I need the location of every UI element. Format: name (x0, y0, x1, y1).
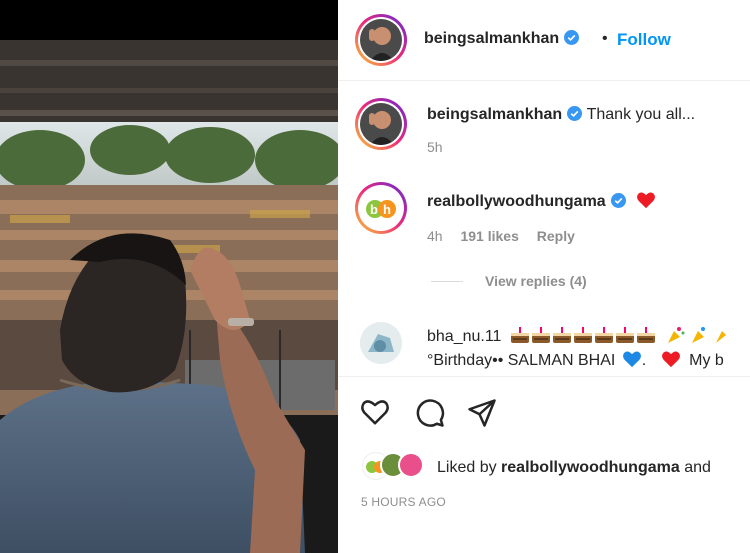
comment-username[interactable]: realbollywoodhungama (427, 193, 606, 210)
post-header: beingsalmankhan • Follow (338, 0, 750, 81)
view-replies-button[interactable]: View replies (4) (485, 273, 587, 289)
party-popper-icon (668, 327, 727, 343)
comment-username[interactable]: bha_nu.11 (427, 328, 501, 345)
verified-icon (564, 30, 580, 45)
comment-time[interactable]: 4h (427, 228, 443, 244)
follow-button[interactable]: Follow (617, 30, 671, 50)
comment-likes[interactable]: 191 likes (460, 228, 518, 244)
bollywoodhungama-logo-icon: b h (360, 187, 402, 229)
comment-meta: 4h 191 likes Reply (427, 228, 575, 244)
post-details-panel: beingsalmankhan • Follow beingsalmankhan… (338, 0, 750, 553)
liked-by-avatars (362, 452, 432, 480)
share-icon[interactable] (467, 398, 497, 428)
liked-by-user[interactable]: realbollywoodhungama (501, 459, 680, 476)
comment-text-dot: . (641, 352, 647, 369)
comment-text-end: My b (689, 352, 724, 369)
caption-avatar[interactable] (355, 98, 407, 150)
actions-divider (338, 376, 750, 377)
post-photo[interactable] (0, 0, 338, 553)
caption-time[interactable]: 5h (427, 139, 443, 155)
cake-icons (510, 327, 727, 345)
comment-text: °Birthday•• SALMAN BHAI (427, 352, 616, 369)
comment-avatar[interactable]: b h (355, 182, 407, 234)
comment-icon[interactable] (415, 398, 445, 428)
cake-icon (510, 327, 655, 343)
svg-text:b: b (370, 202, 378, 217)
liked-by-row: Liked by realbollywoodhungama and (437, 459, 711, 477)
caption-row: beingsalmankhan Thank you all... (427, 106, 695, 124)
comment-line2: °Birthday•• SALMAN BHAI . My b (427, 350, 724, 370)
author-avatar[interactable] (355, 14, 407, 66)
avatar-photo (360, 19, 402, 61)
blue-heart-icon (622, 351, 641, 368)
red-heart-icon (661, 351, 680, 368)
post-timestamp[interactable]: 5 HOURS AGO (361, 495, 446, 509)
author-name-row: beingsalmankhan (424, 30, 580, 48)
replies-line (431, 281, 463, 282)
post-image-illustration (0, 0, 338, 553)
comment-username[interactable]: beingsalmankhan (427, 106, 562, 123)
caption-text: Thank you all... (586, 106, 696, 123)
liker-avatar[interactable] (398, 452, 424, 478)
verified-icon (610, 193, 626, 208)
comment-row: bha_nu.11 (427, 325, 727, 346)
author-username[interactable]: beingsalmankhan (424, 30, 559, 47)
liked-by-prefix: Liked by (437, 459, 497, 476)
avatar-photo (360, 322, 402, 364)
liked-by-suffix[interactable]: and (684, 459, 711, 476)
red-heart-icon (637, 192, 656, 209)
separator-dot: • (602, 30, 608, 47)
reply-button[interactable]: Reply (537, 228, 575, 244)
comment-avatar[interactable] (360, 322, 402, 364)
svg-text:h: h (383, 202, 391, 217)
verified-icon (567, 106, 583, 121)
comment-row: realbollywoodhungama (427, 191, 656, 211)
heart-outline-icon[interactable] (360, 398, 390, 426)
avatar-photo (360, 103, 402, 145)
